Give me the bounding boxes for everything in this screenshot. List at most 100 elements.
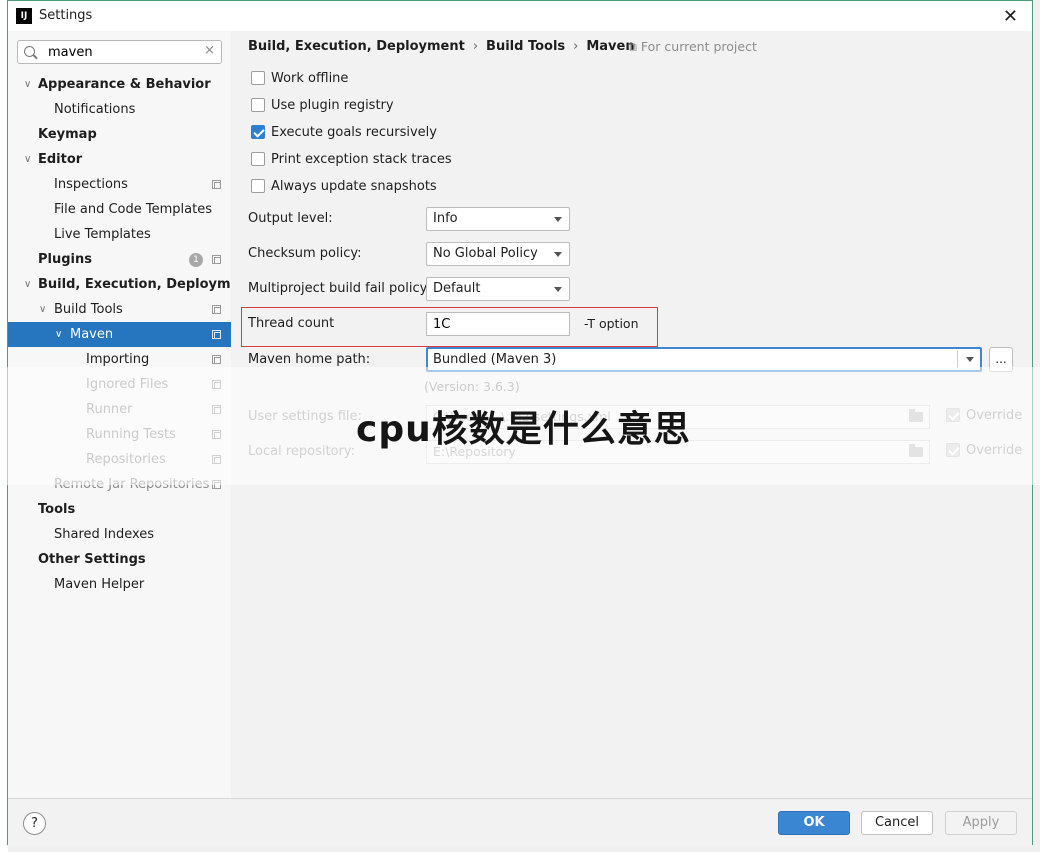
- breadcrumb: Build, Execution, Deployment › Build Tools…: [248, 39, 635, 54]
- option-checkbox-row[interactable]: Execute goals recursively: [251, 124, 437, 144]
- tree-item[interactable]: Shared Indexes: [8, 522, 231, 547]
- maven-home-value: Bundled (Maven 3): [433, 352, 557, 367]
- checkbox[interactable]: [251, 70, 265, 85]
- tree-item-label: File and Code Templates: [54, 202, 212, 217]
- browse-button[interactable]: ...: [989, 347, 1013, 372]
- option-checkbox-row[interactable]: Use plugin registry: [251, 97, 394, 117]
- breadcrumb-separator: ›: [472, 39, 479, 54]
- expand-arrow-icon[interactable]: ∨: [24, 272, 31, 297]
- user-settings-label: User settings file:: [248, 409, 362, 424]
- tree-item-label: Repositories: [86, 452, 166, 467]
- project-scope-icon: [212, 330, 221, 339]
- option-checkbox-row[interactable]: Always update snapshots: [251, 178, 437, 198]
- override-checkbox[interactable]: [946, 407, 960, 422]
- tree-item[interactable]: Running Tests: [8, 422, 231, 447]
- option-label: Use plugin registry: [271, 98, 394, 113]
- checkbox[interactable]: [251, 151, 265, 166]
- checksum-policy-select[interactable]: No Global Policy: [426, 242, 570, 266]
- tree-item-label: Inspections: [54, 177, 128, 192]
- fail-policy-select[interactable]: Default: [426, 277, 570, 301]
- tree-item-label: Remote Jar Repositories: [54, 477, 210, 492]
- apply-button[interactable]: Apply: [945, 811, 1017, 835]
- tree-item[interactable]: Notifications: [8, 97, 231, 122]
- tree-item[interactable]: Keymap: [8, 122, 231, 147]
- tree-item[interactable]: ∨ Maven: [8, 322, 231, 347]
- tree-item[interactable]: Repositories: [8, 447, 231, 472]
- project-scope-icon: [212, 455, 221, 464]
- expand-arrow-icon[interactable]: ∨: [39, 297, 46, 322]
- local-repo-override[interactable]: Override: [946, 442, 1022, 458]
- local-repo-label: Local repository:: [248, 444, 355, 459]
- intellij-logo-icon: IJ: [16, 8, 32, 24]
- expand-arrow-icon[interactable]: ∨: [24, 147, 31, 172]
- expand-arrow-icon[interactable]: ∨: [55, 322, 62, 347]
- thread-count-hint: -T option: [584, 316, 639, 331]
- tree-item-label: Editor: [38, 152, 83, 167]
- watermark-text: cpu核数是什么意思: [356, 409, 691, 450]
- checkbox[interactable]: [251, 97, 265, 112]
- combo-divider: [957, 351, 958, 368]
- search-input[interactable]: [46, 43, 196, 61]
- checked-checkbox[interactable]: [251, 124, 265, 139]
- close-button[interactable]: ✕: [1003, 6, 1018, 27]
- project-scope-icon: [212, 430, 221, 439]
- override-checkbox[interactable]: [946, 442, 960, 457]
- option-label: Execute goals recursively: [271, 125, 437, 140]
- tree-item-label: Importing: [86, 352, 150, 367]
- thread-count-label: Thread count: [248, 316, 335, 331]
- tree-item[interactable]: Importing: [8, 347, 231, 372]
- tree-item[interactable]: Other Settings: [8, 547, 231, 572]
- update-count-badge: 1: [189, 253, 203, 267]
- clear-search-icon[interactable]: ×: [204, 43, 215, 58]
- tree-item[interactable]: Live Templates: [8, 222, 231, 247]
- tree-item[interactable]: Runner: [8, 397, 231, 422]
- tree-item[interactable]: Maven Helper: [8, 572, 231, 597]
- thread-count-input[interactable]: [426, 312, 570, 336]
- tree-item[interactable]: File and Code Templates: [8, 197, 231, 222]
- option-label: Print exception stack traces: [271, 152, 452, 167]
- output-level-value: Info: [433, 211, 458, 226]
- project-scope-icon: [212, 355, 221, 364]
- tree-item[interactable]: Plugins 1: [8, 247, 231, 272]
- expand-arrow-icon[interactable]: ∨: [24, 72, 31, 97]
- option-checkbox-row[interactable]: Work offline: [251, 70, 348, 90]
- project-scope-icon: [212, 480, 221, 489]
- user-settings-override[interactable]: Override: [946, 407, 1022, 423]
- fail-policy-label: Multiproject build fail policy:: [248, 281, 431, 296]
- maven-home-label: Maven home path:: [248, 352, 371, 367]
- breadcrumb-item: Build Tools: [486, 39, 566, 54]
- dropdown-arrow-icon: [554, 287, 562, 292]
- settings-tree-pane: × ∨ Appearance & Behavior Notifications Key…: [8, 31, 255, 798]
- breadcrumb-item: Build, Execution, Deployment: [248, 39, 465, 54]
- maven-home-combo[interactable]: Bundled (Maven 3): [426, 347, 982, 372]
- dropdown-arrow-icon: [554, 217, 562, 222]
- tree-item-label: Build Tools: [54, 302, 123, 317]
- output-level-select[interactable]: Info: [426, 207, 570, 231]
- cancel-button[interactable]: Cancel: [861, 811, 933, 835]
- maven-version-text: (Version: 3.6.3): [424, 379, 520, 394]
- tree-item-label: Keymap: [38, 127, 97, 142]
- search-box[interactable]: ×: [17, 40, 222, 64]
- option-checkbox-row[interactable]: Print exception stack traces: [251, 151, 452, 171]
- project-scope-icon: [212, 305, 221, 314]
- breadcrumb-separator: ›: [573, 39, 579, 54]
- tree-item-label: Notifications: [54, 102, 136, 117]
- project-scope-icon: [212, 255, 221, 264]
- tree-item[interactable]: ∨ Build Tools: [8, 297, 231, 322]
- tree-item[interactable]: Tools: [8, 497, 231, 522]
- help-button[interactable]: ?: [23, 812, 46, 835]
- fail-policy-value: Default: [433, 281, 481, 296]
- tree-item[interactable]: ∨ Build, Execution, Deployment: [8, 272, 255, 297]
- tree-item[interactable]: Ignored Files: [8, 372, 231, 397]
- checkbox[interactable]: [251, 178, 265, 193]
- tree-item[interactable]: ∨ Editor: [8, 147, 231, 172]
- tree-item-label: Ignored Files: [86, 377, 169, 392]
- tree-item-label: Maven: [70, 327, 114, 342]
- tree-item[interactable]: Remote Jar Repositories: [8, 472, 231, 497]
- ok-button[interactable]: OK: [778, 811, 850, 835]
- tree-item[interactable]: Inspections: [8, 172, 231, 197]
- title-bar: IJ Settings ✕: [8, 1, 1032, 31]
- tree-item-label: Tools: [38, 502, 76, 517]
- tree-item-label: Live Templates: [54, 227, 151, 242]
- tree-item[interactable]: ∨ Appearance & Behavior: [8, 72, 231, 97]
